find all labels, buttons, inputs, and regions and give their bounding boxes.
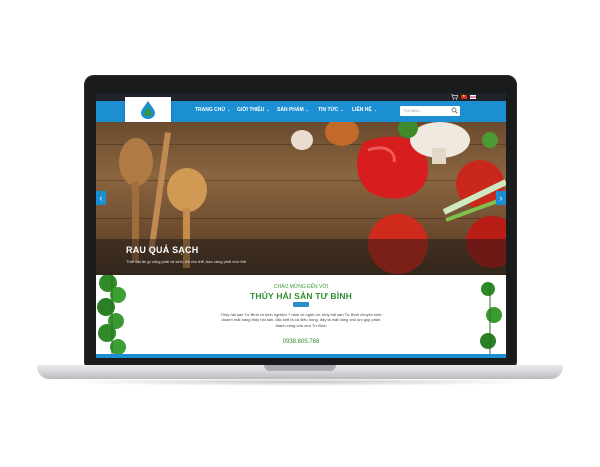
hero-slider: RAU QUẢ SẠCH Thời đại ăn gì cũng phải vệ…	[96, 122, 506, 275]
search-placeholder: Tìm kiếm...	[403, 108, 423, 113]
nav-item-products[interactable]: SẢN PHẨM ⌄	[277, 107, 309, 113]
search-icon[interactable]	[451, 107, 458, 114]
welcome-section: CHÀO MỪNG ĐẾN VỚI THỦY HẢI SẢN TƯ BÌNH T…	[96, 275, 506, 358]
welcome-text: Thủy hải sản Tư Bình có kinh nghiệm 7 nă…	[220, 312, 382, 328]
nav-label: LIÊN HỆ	[352, 107, 372, 113]
welcome-title: THỦY HẢI SẢN TƯ BÌNH	[249, 291, 353, 301]
chevron-down-icon: ⌄	[305, 107, 310, 112]
bottom-bar	[96, 354, 506, 358]
laptop-shadow	[60, 378, 540, 386]
slide-subtitle: Thời đại ăn gì cũng phải vệ sinh, tốt ch…	[126, 259, 247, 264]
phone-number[interactable]: 0938.805.768	[96, 339, 506, 345]
chevron-down-icon: ⌄	[227, 107, 231, 112]
english-flag-icon[interactable]	[470, 95, 476, 99]
laptop-notch	[264, 365, 336, 371]
nav-item-about[interactable]: GIỚI THIỆU ⌄	[237, 107, 270, 113]
nav-item-news[interactable]: TIN TỨC ⌄	[318, 107, 344, 113]
nav-label: TRANG CHỦ	[195, 107, 225, 113]
chevron-down-icon: ⌄	[373, 107, 378, 112]
laptop-screen: THỦY HẢI SẢN TƯ BÌNH TRANG CHỦ⌄ GIỚI THI…	[96, 93, 506, 358]
cart-icon[interactable]	[451, 94, 458, 100]
chevron-left-icon: ‹	[99, 193, 103, 203]
search-input[interactable]: Tìm kiếm...	[400, 106, 460, 116]
slider-prev-button[interactable]: ‹	[96, 191, 106, 205]
vietnamese-flag-icon[interactable]	[461, 93, 467, 99]
chevron-down-icon: ⌄	[266, 107, 270, 112]
nav-label: SẢN PHẨM	[277, 107, 304, 113]
nav-label: TIN TỨC	[318, 107, 339, 113]
chevron-right-icon: ›	[499, 193, 503, 203]
nav-item-home[interactable]: TRANG CHỦ ⌄	[195, 107, 230, 113]
water-drop-icon	[141, 101, 155, 119]
nav-label: GIỚI THIỆU	[237, 107, 265, 113]
slide-title: RAU QUẢ SẠCH	[126, 245, 199, 255]
slider-next-button[interactable]: ›	[496, 191, 506, 205]
chevron-down-icon: ⌄	[340, 107, 344, 112]
welcome-pretitle: CHÀO MỪNG ĐẾN VỚI	[273, 284, 329, 290]
title-ornament	[293, 302, 309, 307]
nav-item-contact[interactable]: LIÊN HỆ ⌄	[352, 107, 377, 113]
